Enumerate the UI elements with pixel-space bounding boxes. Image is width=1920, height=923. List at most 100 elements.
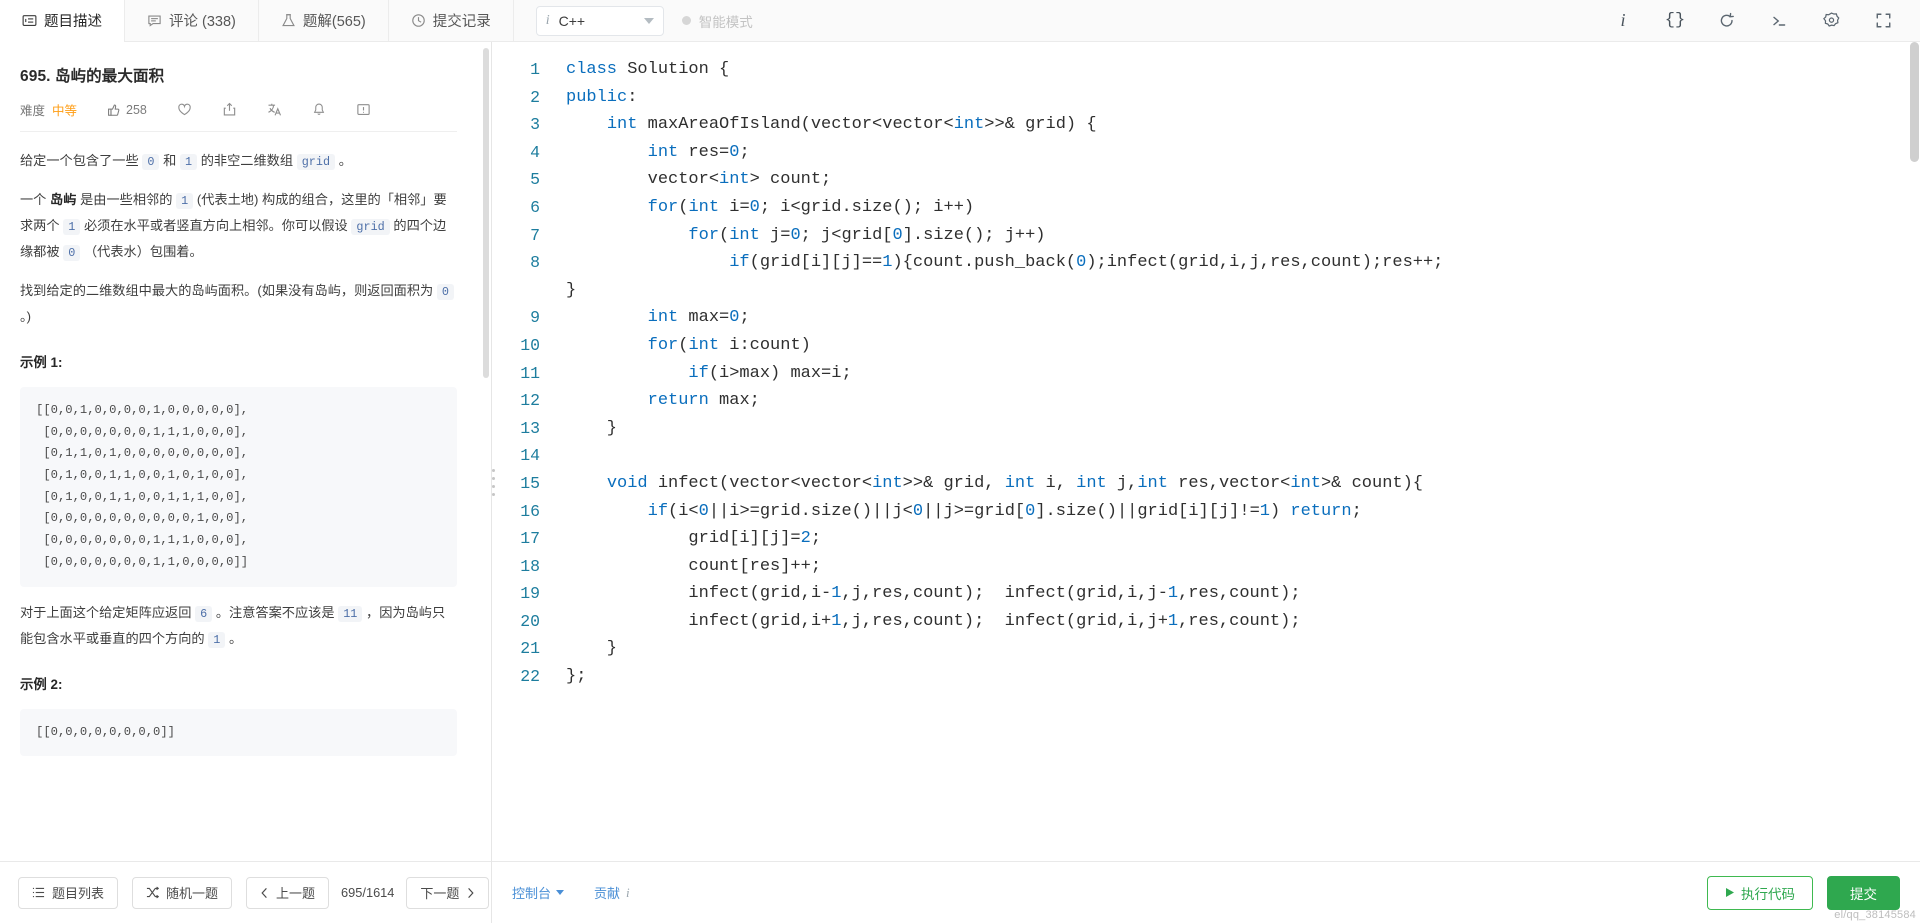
list-icon [32, 886, 45, 899]
leetcode-problem-page: 题目描述 评论 (338) 题解(565) 提交记录 i C++ 智能模式 i … [0, 0, 1920, 923]
language-selector[interactable]: i C++ [535, 5, 664, 36]
prev-problem-button[interactable]: 上一题 [246, 876, 330, 909]
play-icon [1725, 887, 1735, 898]
info-icon[interactable]: i [1612, 10, 1634, 32]
tab-solutions[interactable]: 题解(565) [259, 0, 389, 41]
bell-icon[interactable] [312, 102, 326, 117]
code-line[interactable]: int max=0; [566, 304, 1920, 332]
chevron-right-icon [466, 887, 475, 899]
code-line[interactable] [566, 442, 1920, 470]
line-number: 5 [530, 170, 540, 190]
code-token: return [1290, 501, 1352, 521]
code-token: i= [719, 197, 750, 217]
next-problem-button[interactable]: 下一题 [406, 876, 490, 909]
code-line[interactable]: class Solution { [566, 56, 1920, 84]
settings-gear-icon[interactable] [1820, 10, 1842, 32]
problem-list-button[interactable]: 题目列表 [18, 876, 119, 909]
console-button[interactable]: 控制台 [512, 883, 565, 902]
code-line[interactable]: infect(grid,i-1,j,res,count); infect(gri… [566, 580, 1920, 608]
share-icon[interactable] [222, 102, 237, 117]
code-token: ,res,count); [1178, 584, 1301, 604]
p1-t1: 和 [159, 153, 180, 168]
code-line[interactable]: return max; [566, 387, 1920, 415]
code-editor[interactable]: 1 2 3 4 5 6 7 8 9 10 11 12 13 14 15 16 17 18 19 20 21 22 clas… [492, 42, 1920, 861]
code-content[interactable]: class Solution {public: int maxAreaOfIsl… [554, 42, 1920, 861]
watermark-text: el/qq_38145584 [1834, 909, 1916, 921]
code-token: 0 [1076, 253, 1087, 273]
code-line[interactable]: if(grid[i][j]==1){count.push_back(0);inf… [566, 249, 1920, 277]
scrollbar-thumb[interactable] [1910, 42, 1919, 162]
tab-submissions[interactable]: 提交记录 [389, 0, 514, 41]
line-number: 12 [520, 391, 540, 411]
code-line[interactable]: } [566, 277, 1920, 305]
console-icon[interactable] [1768, 10, 1790, 32]
problem-scroll-area: 695. 岛屿的最大面积 难度 中等 258 给定一个包含了一些 0 和 1 的… [0, 42, 491, 861]
code-token: ].size()||grid[i][j]!= [1035, 501, 1260, 521]
code-token: for [688, 225, 720, 245]
code-line[interactable]: }; [566, 663, 1920, 691]
code-line[interactable]: grid[i][j]=2; [566, 525, 1920, 553]
code-token: 1 [831, 584, 842, 604]
code-line[interactable]: for(int j=0; j<grid[0].size(); j++) [566, 222, 1920, 250]
p2-t3: 必须在水平或者竖直方向上相邻。你可以假设 [80, 218, 352, 233]
tab-label: 评论 (338) [169, 14, 236, 30]
contribute-button[interactable]: 贡献 i [594, 883, 630, 902]
code-line[interactable]: int maxAreaOfIsland(vector<vector<int>>&… [566, 111, 1920, 139]
splitter-dots-icon [491, 469, 495, 496]
code-token: ) [1269, 501, 1291, 521]
like-button[interactable]: 258 [107, 103, 147, 117]
translate-icon[interactable] [267, 102, 282, 117]
code-line[interactable]: int res=0; [566, 139, 1920, 167]
tab-description[interactable]: 题目描述 [0, 0, 125, 42]
feedback-icon[interactable] [356, 102, 371, 117]
p2-bold: 岛屿 [50, 192, 77, 207]
difficulty-label: 难度 [20, 104, 46, 118]
code-line[interactable]: if(i<0||i>=grid.size()||j<0||j>=grid[0].… [566, 498, 1920, 526]
reset-icon[interactable] [1716, 10, 1738, 32]
code-line[interactable]: } [566, 415, 1920, 443]
code-line[interactable]: void infect(vector<vector<int>>& grid, i… [566, 470, 1920, 498]
submit-button[interactable]: 提交 [1827, 875, 1900, 910]
code-line[interactable]: for(int i=0; i<grid.size(); i++) [566, 194, 1920, 222]
code-token: 0 [892, 225, 903, 245]
code-token: Solution { [617, 60, 730, 79]
editor-tool-icons: i {} [1612, 0, 1920, 41]
run-code-button[interactable]: 执行代码 [1707, 875, 1813, 910]
page-title: 695. 岛屿的最大面积 [20, 68, 165, 85]
heart-icon[interactable] [177, 102, 192, 117]
p2-code-2: grid [351, 219, 390, 235]
code-line[interactable]: public: [566, 84, 1920, 112]
format-braces-icon[interactable]: {} [1664, 10, 1686, 32]
smart-mode-toggle[interactable]: 智能模式 [681, 11, 753, 31]
code-token: int [606, 115, 638, 135]
note-code-0: 6 [195, 605, 213, 622]
code-line[interactable]: for(int i:count) [566, 332, 1920, 360]
console-label: 控制台 [512, 886, 552, 901]
random-problem-button[interactable]: 随机一题 [132, 876, 233, 909]
line-number: 2 [530, 87, 540, 107]
code-line[interactable]: vector<int> count; [566, 166, 1920, 194]
code-line[interactable]: if(i>max) max=i; [566, 360, 1920, 388]
editor-vertical-scrollbar[interactable] [1910, 42, 1919, 861]
p2-t5: （代表水）包围着。 [80, 244, 203, 259]
code-token: public [566, 87, 628, 107]
example-1-code: [[0,0,1,0,0,0,0,1,0,0,0,0,0], [0,0,0,0,0… [20, 386, 457, 587]
panel-splitter[interactable] [489, 42, 497, 923]
code-line[interactable]: count[res]++; [566, 553, 1920, 581]
code-token: ; [1351, 501, 1362, 521]
code-token: infect(vector<vector< [647, 473, 873, 493]
code-line[interactable]: } [566, 635, 1920, 663]
line-number: 15 [520, 473, 540, 493]
code-token: ; [739, 142, 750, 162]
note-t1: 。注意答案不应该是 [212, 604, 339, 620]
contribute-label: 贡献 [594, 886, 621, 901]
line-number: 6 [530, 197, 540, 217]
tab-comments[interactable]: 评论 (338) [125, 0, 259, 41]
tab-bar: 题目描述 评论 (338) 题解(565) 提交记录 [0, 0, 514, 42]
fullscreen-icon[interactable] [1872, 10, 1894, 32]
code-token: 1 [831, 611, 842, 631]
code-line[interactable]: infect(grid,i+1,j,res,count); infect(gri… [566, 608, 1920, 636]
code-token: ( [678, 197, 689, 217]
code-token: res= [678, 142, 730, 162]
contribute-info-icon: i [626, 884, 630, 900]
